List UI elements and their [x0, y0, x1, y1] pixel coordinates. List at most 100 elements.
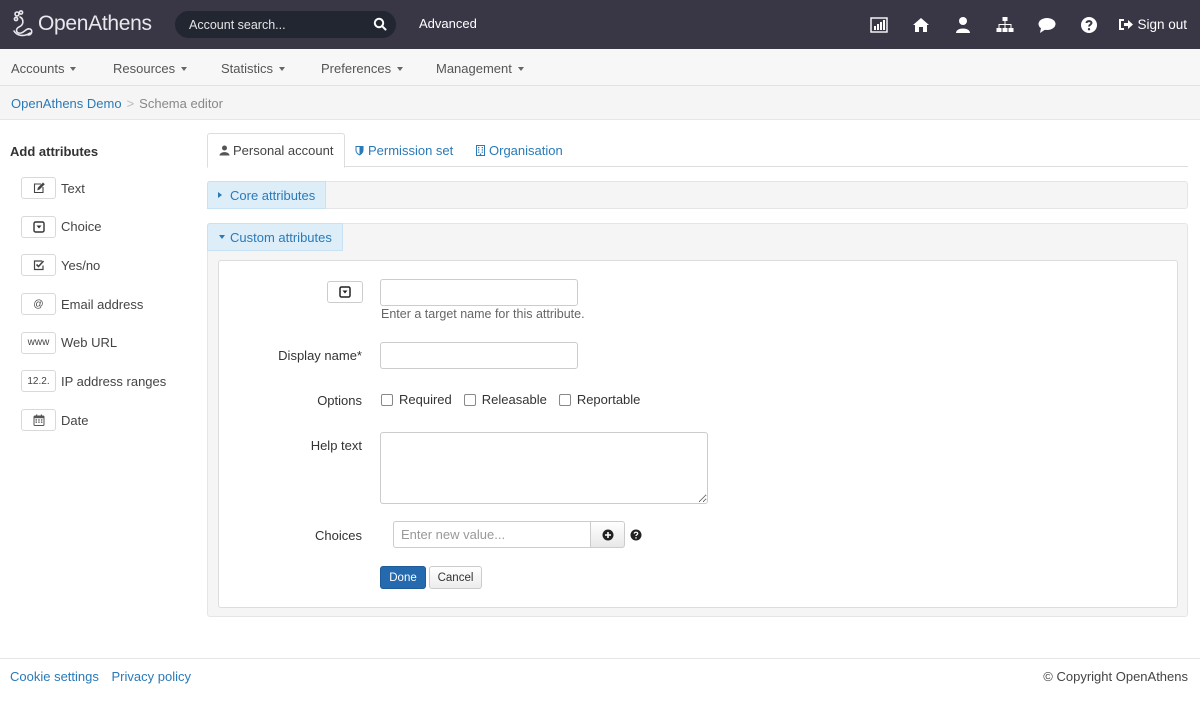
add-web-url-attribute[interactable]: www Web URL [21, 331, 166, 354]
help-text-textarea[interactable] [380, 432, 708, 504]
done-button[interactable]: Done [380, 566, 426, 589]
panel-title: Custom attributes [230, 229, 332, 245]
www-icon[interactable]: www [21, 331, 56, 354]
caret-down-icon [219, 235, 225, 239]
choices-input-group [393, 521, 642, 548]
attribute-type-list: Text Choice Yes/no @ Email address www W… [21, 177, 166, 448]
checkbox[interactable] [558, 393, 571, 406]
nav-resources[interactable]: Resources [113, 61, 188, 76]
breadcrumb-separator: > [126, 96, 135, 111]
shield-icon [355, 145, 364, 155]
add-email-attribute[interactable]: @ Email address [21, 293, 166, 316]
choices-label: Choices [315, 528, 362, 543]
releasable-checkbox[interactable]: Releasable [463, 392, 547, 407]
add-choice-attribute[interactable]: Choice [21, 215, 166, 238]
target-name-help: Enter a target name for this attribute. [381, 307, 585, 321]
caret-down-icon [279, 67, 286, 71]
attribute-label: Text [61, 180, 85, 196]
statistics-icon[interactable] [869, 15, 889, 35]
target-name-input[interactable] [380, 279, 578, 306]
breadcrumb: OpenAthens Demo > Schema editor [0, 86, 1200, 120]
attribute-label: IP address ranges [61, 373, 167, 389]
user-icon[interactable] [953, 15, 973, 35]
checkbox-icon[interactable] [21, 254, 56, 277]
footer: Cookie settings Privacy policy © Copyrig… [0, 658, 1200, 727]
custom-attributes-toggle[interactable]: Custom attributes [207, 223, 343, 251]
calendar-icon[interactable] [21, 409, 56, 432]
choices-help-icon[interactable] [630, 529, 642, 541]
sign-out-link[interactable]: Sign out [1118, 17, 1187, 32]
user-icon [219, 145, 230, 156]
entity-tabs: Personal account Permission set Organisa… [207, 133, 1188, 168]
help-text-label: Help text [310, 438, 362, 453]
nav-statistics[interactable]: Statistics [221, 61, 286, 76]
sign-out-label: Sign out [1137, 17, 1187, 32]
comment-icon[interactable] [1037, 15, 1057, 35]
attribute-label: Choice [61, 219, 102, 235]
tab-organisation[interactable]: Organisation [464, 133, 574, 167]
tab-label: Organisation [489, 142, 563, 158]
attribute-editor-form: Enter a target name for this attribute. … [218, 260, 1178, 608]
add-choice-button[interactable] [591, 521, 625, 548]
checkbox-label: Required [399, 392, 452, 407]
choices-input[interactable] [393, 521, 591, 548]
display-name-input[interactable] [380, 342, 578, 369]
tab-label: Permission set [368, 142, 454, 158]
options-label: Options [317, 393, 362, 408]
search-icon[interactable] [373, 17, 387, 31]
footer-links: Cookie settings Privacy policy [10, 669, 200, 684]
add-yes-no-attribute[interactable]: Yes/no [21, 254, 166, 277]
nav-preferences[interactable]: Preferences [321, 61, 404, 76]
nav-accounts[interactable]: Accounts [11, 61, 77, 76]
help-icon[interactable] [1079, 15, 1099, 35]
add-ip-range-attribute[interactable]: 12.2. IP address ranges [21, 370, 167, 393]
breadcrumb-parent[interactable]: OpenAthens Demo [11, 96, 122, 111]
reportable-checkbox[interactable]: Reportable [558, 392, 641, 407]
checkbox-label: Reportable [576, 392, 641, 407]
attribute-label: Web URL [61, 335, 118, 351]
sign-out-icon [1119, 19, 1134, 30]
add-date-attribute[interactable]: Date [21, 409, 166, 432]
caret-down-icon [517, 67, 524, 71]
options-group: Required Releasable Reportable [381, 392, 652, 407]
caret-down-icon [70, 67, 77, 71]
core-attributes-panel: Core attributes [207, 181, 1188, 209]
nav-label: Management [436, 61, 512, 76]
top-bar: OpenAthens Advanced Sign out [0, 0, 1200, 49]
openathens-logo-icon [13, 10, 33, 37]
tab-permission-set[interactable]: Permission set [343, 133, 464, 167]
home-icon[interactable] [911, 15, 931, 35]
edit-icon[interactable] [21, 177, 56, 199]
caret-down-icon [181, 67, 188, 71]
required-checkbox[interactable]: Required [381, 392, 452, 407]
checkbox[interactable] [463, 393, 476, 406]
add-text-attribute[interactable]: Text [21, 177, 166, 199]
account-search [175, 11, 396, 38]
main-nav: Accounts Resources Statistics Preference… [0, 49, 1200, 86]
at-sign-icon[interactable]: @ [21, 293, 56, 316]
checkbox[interactable] [381, 393, 393, 406]
nav-label: Preferences [321, 61, 392, 76]
attribute-type-button[interactable] [327, 281, 363, 303]
tab-label: Personal account [233, 143, 334, 158]
brand-logo[interactable]: OpenAthens [10, 8, 152, 40]
caret-right-icon [218, 192, 222, 198]
sitemap-icon[interactable] [995, 15, 1015, 35]
nav-management[interactable]: Management [436, 61, 524, 76]
panel-title: Core attributes [230, 187, 316, 203]
privacy-policy-link[interactable]: Privacy policy [112, 669, 191, 684]
nav-label: Resources [113, 61, 176, 76]
cookie-settings-link[interactable]: Cookie settings [10, 669, 99, 684]
dropdown-icon [339, 286, 351, 298]
ip-address-icon[interactable]: 12.2. [21, 370, 56, 393]
tab-personal-account[interactable]: Personal account [207, 133, 346, 168]
account-search-input[interactable] [187, 11, 367, 38]
cancel-button[interactable]: Cancel [429, 566, 482, 589]
advanced-search-link[interactable]: Advanced [419, 16, 477, 31]
caret-down-icon [397, 67, 404, 71]
attribute-label: Yes/no [61, 257, 101, 273]
dropdown-icon[interactable] [21, 215, 56, 238]
checkbox-label: Releasable [481, 392, 547, 407]
custom-attributes-panel: Custom attributes Enter a target name fo… [207, 223, 1188, 617]
core-attributes-toggle[interactable]: Core attributes [207, 181, 327, 209]
